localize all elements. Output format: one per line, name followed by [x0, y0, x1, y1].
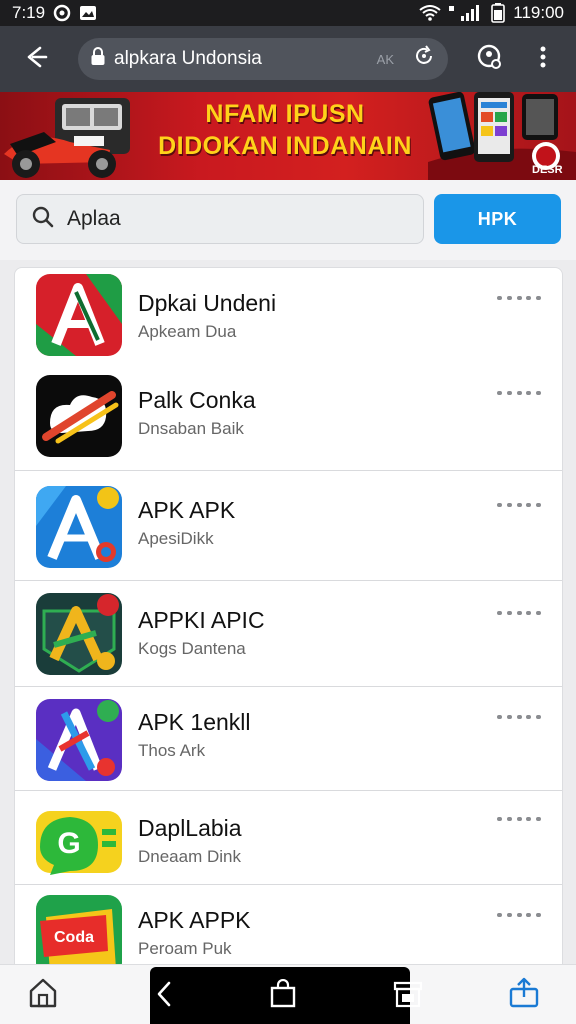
refresh-icon[interactable] [412, 44, 436, 74]
green-chat-icon: G [36, 801, 122, 883]
lock-icon [90, 46, 106, 72]
banner-headline-2: DIDOKAN INDANAIN [158, 132, 412, 160]
more-options-button[interactable] [497, 385, 541, 401]
scooter-image [0, 92, 140, 180]
bag-icon [268, 978, 298, 1013]
red-green-a-icon [36, 274, 122, 356]
app-subtitle: Peroam Puk [138, 939, 232, 958]
more-options-button[interactable] [497, 907, 541, 923]
share-icon [508, 977, 540, 1013]
home-icon [28, 978, 58, 1013]
circle-notification-icon [53, 4, 71, 22]
search-row: HPK [0, 180, 576, 260]
app-title: Dpkai Undeni [138, 290, 277, 316]
status-bar: 7:19 119:00 [0, 0, 576, 26]
app-subtitle: Kogs Dantena [138, 639, 246, 658]
back-icon [24, 44, 50, 75]
status-time-right: 119:00 [513, 3, 564, 22]
app-title: Palk Conka [138, 387, 256, 413]
purple-a-icon [36, 699, 122, 781]
more-options-button[interactable] [497, 811, 541, 827]
signal-icon [449, 4, 483, 22]
app-subtitle: Thos Ark [138, 741, 206, 760]
image-notification-icon [79, 5, 97, 21]
wifi-icon [419, 5, 441, 21]
banner-corner-tag: DESR [532, 164, 563, 176]
app-title: DaplLabia [138, 815, 242, 841]
system-home-button[interactable] [268, 978, 298, 1014]
app-title: APK 1enkll [138, 709, 251, 735]
black-swoosh-icon [36, 375, 122, 457]
bottom-navigation [0, 964, 576, 1024]
list-item[interactable]: APK 1enkll Thos Ark [15, 686, 562, 790]
profile-button[interactable] [462, 26, 516, 92]
more-menu-button[interactable] [516, 26, 570, 92]
promo-banner[interactable]: NFAM IPUSN DIDOKAN INDANAIN DESR [0, 92, 576, 180]
share-button[interactable] [508, 977, 540, 1014]
list-item[interactable]: Palk Conka Dnsaban Baik [15, 367, 562, 470]
banner-headline-1: NFAM IPUSN [205, 100, 365, 128]
app-subtitle: ApesiDikk [138, 529, 214, 548]
app-subtitle: Dneaam Dink [138, 847, 241, 866]
blue-a-icon [36, 486, 122, 568]
address-bar[interactable]: alpkara Undonsia AK [78, 38, 448, 80]
home-button[interactable] [28, 977, 58, 1014]
more-options-button[interactable] [497, 605, 541, 621]
list-item[interactable]: Dpkai Undeni Apkeam Dua [15, 268, 562, 367]
dark-green-a-icon [36, 593, 122, 675]
url-aux-label: AK [376, 51, 394, 67]
app-subtitle: Apkeam Dua [138, 322, 237, 341]
more-vertical-icon [539, 45, 547, 74]
app-subtitle: Dnsaban Baik [138, 419, 244, 438]
app-title: APK APK [138, 497, 236, 523]
search-field[interactable] [16, 194, 424, 244]
more-options-button[interactable] [497, 497, 541, 513]
svg-text:G: G [57, 827, 80, 860]
back-button[interactable] [10, 26, 64, 92]
system-recents-button[interactable] [392, 979, 424, 1014]
system-back-button[interactable] [154, 979, 174, 1014]
list-item[interactable]: APPKI APIC Kogs Dantena [15, 580, 562, 686]
svg-text:Coda: Coda [54, 929, 94, 946]
app-title: APK APPK [138, 907, 251, 933]
app-list: Dpkai Undeni Apkeam Dua Palk Conka Dnsab… [14, 267, 563, 987]
app-title: APPKI APIC [138, 607, 265, 633]
url-text: alpkara Undonsia [114, 48, 262, 69]
battery-icon [491, 3, 506, 23]
list-item[interactable]: G DaplLabia Dneaam Dink [15, 790, 562, 884]
more-options-button[interactable] [497, 290, 541, 306]
status-time-left: 7:19 [12, 3, 46, 22]
search-icon [31, 205, 55, 234]
browser-toolbar: alpkara Undonsia AK [0, 26, 576, 92]
search-input[interactable] [67, 207, 407, 231]
back-arrow-icon [154, 981, 174, 1013]
store-icon [392, 981, 424, 1013]
list-item[interactable]: APK APK ApesiDikk [15, 470, 562, 580]
more-options-button[interactable] [497, 709, 541, 725]
profile-icon [475, 43, 503, 76]
search-button[interactable]: HPK [434, 194, 561, 244]
